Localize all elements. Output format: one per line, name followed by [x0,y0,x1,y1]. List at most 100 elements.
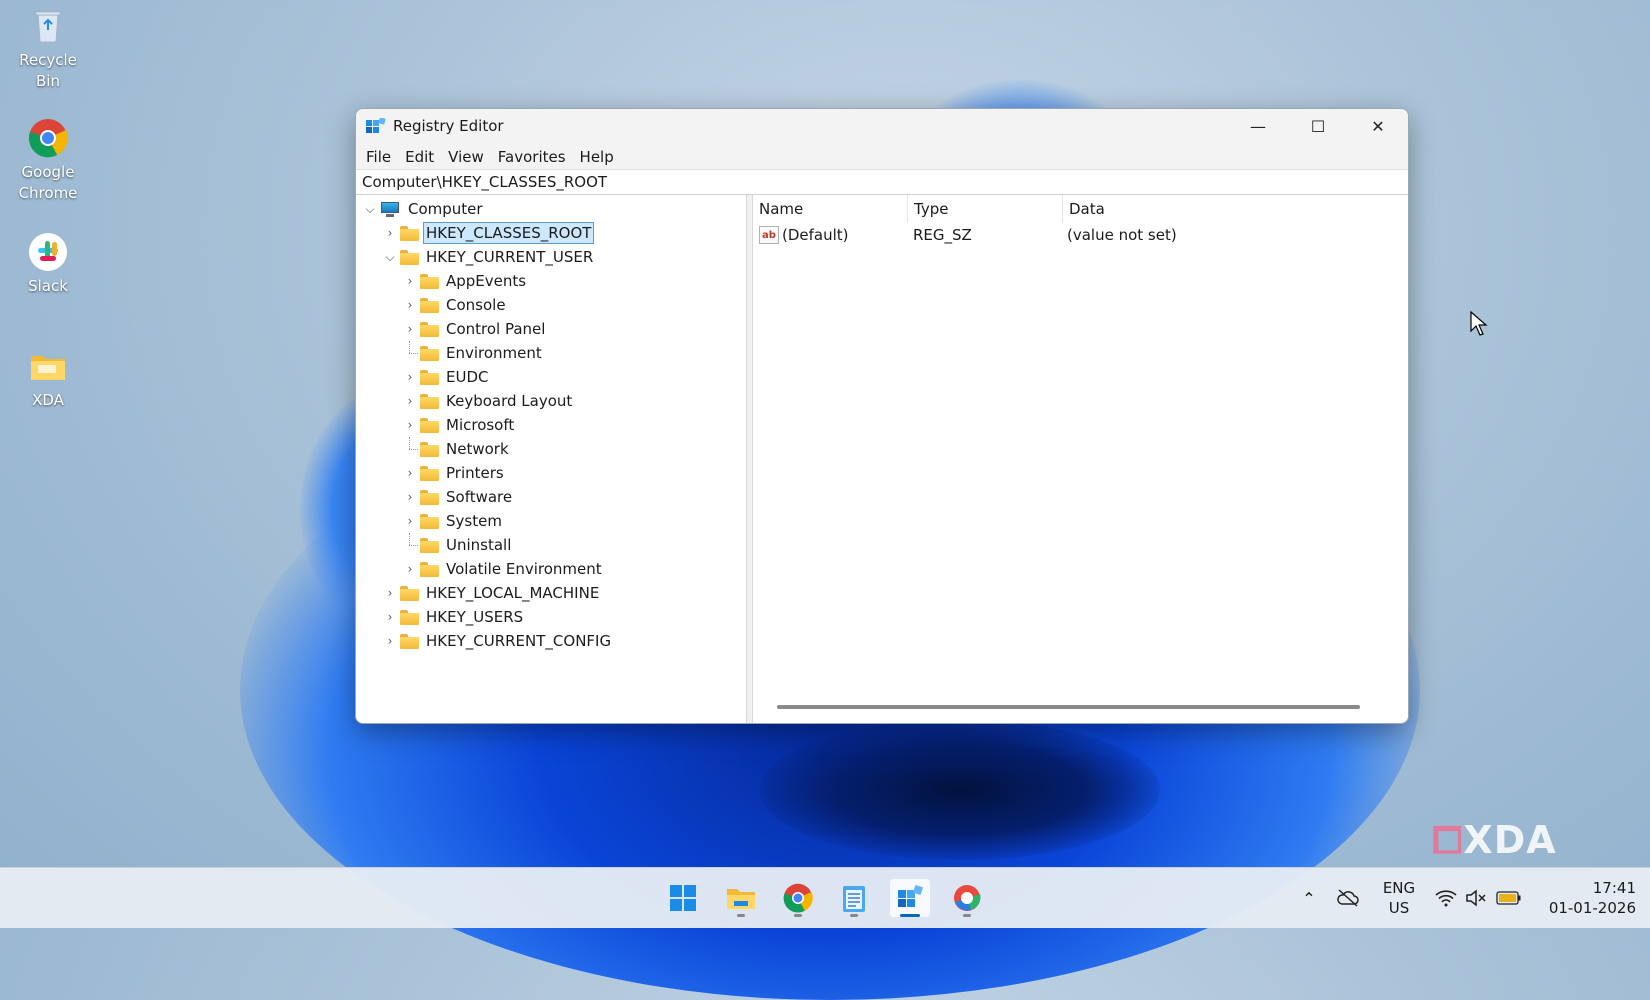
maximize-button[interactable]: ☐ [1288,109,1348,144]
tree-item-hkey-current-user[interactable]: ⌵ HKEY_CURRENT_USER [356,245,746,269]
running-indicator [737,914,745,917]
folder-icon [420,465,439,481]
desktop-icon-label: XDA [32,391,64,409]
tree-item-keyboard-layout[interactable]: › Keyboard Layout [356,389,746,413]
chevron-right-icon[interactable]: › [400,365,420,389]
tree-item-label: Printers [446,464,504,482]
column-header-name[interactable]: Name [753,195,908,223]
tree-item-hkey-users[interactable]: › HKEY_USERS [356,605,746,629]
menu-view[interactable]: View [441,148,491,166]
folder-icon [420,345,439,361]
folder-icon [420,489,439,505]
menu-edit[interactable]: Edit [398,148,441,166]
clock[interactable]: 17:41 01-01-2026 [1536,878,1636,918]
chevron-right-icon[interactable]: › [400,293,420,317]
tree-item-software[interactable]: › Software [356,485,746,509]
chevron-right-icon[interactable]: › [400,509,420,533]
tree-item-volatile-environment[interactable]: › Volatile Environment [356,557,746,581]
horizontal-scrollbar[interactable] [777,705,1360,709]
folder-icon [400,609,419,625]
tree-item-network[interactable]: Network [356,437,746,461]
tree-item-system[interactable]: › System [356,509,746,533]
desktop-icon-google-chrome[interactable]: Google Chrome [8,118,88,204]
tree-item-uninstall[interactable]: Uninstall [356,533,746,557]
chevron-right-icon[interactable]: › [400,269,420,293]
value-name: (Default) [782,226,849,244]
tree-item-label: System [446,512,502,530]
chevron-right-icon[interactable]: › [380,221,400,245]
taskbar-file-explorer[interactable] [721,879,761,917]
desktop-icon-slack[interactable]: Slack [8,232,88,297]
tree-item-appevents[interactable]: › AppEvents [356,269,746,293]
tree-item-label: Microsoft [446,416,515,434]
taskbar-chrome[interactable] [778,879,818,917]
chevron-right-icon[interactable]: › [400,461,420,485]
running-indicator [900,914,920,917]
tree-item-console[interactable]: › Console [356,293,746,317]
running-indicator [794,914,802,917]
tree-item-hkey-current-config[interactable]: › HKEY_CURRENT_CONFIG [356,629,746,653]
tree-connector [400,533,420,557]
chevron-right-icon[interactable]: › [400,557,420,581]
folder-icon [420,273,439,289]
minimize-button[interactable]: — [1228,109,1288,144]
tree-item-label: Environment [446,344,542,362]
wallpaper-bloom-core [760,720,1160,860]
tree-item-label: Keyboard Layout [446,392,573,410]
taskbar-registry-editor[interactable] [890,879,930,917]
desktop-icon-recycle-bin[interactable]: Recycle Bin [8,6,88,92]
chevron-up-icon: ⌃ [1302,888,1316,908]
chevron-right-icon[interactable]: › [380,605,400,629]
chevron-right-icon[interactable]: › [400,317,420,341]
value-row[interactable]: ab (Default) REG_SZ (value not set) [753,223,1408,247]
desktop-icon-label: Slack [28,277,68,295]
tree-item-eudc[interactable]: › EUDC [356,365,746,389]
folder-icon [420,441,439,457]
chevron-down-icon[interactable]: ⌵ [380,245,400,269]
tree-item-hkey-local-machine[interactable]: › HKEY_LOCAL_MACHINE [356,581,746,605]
language-indicator[interactable]: ENG US [1374,878,1424,918]
taskbar-notepad[interactable] [834,879,874,917]
tree-item-hkey-classes-root[interactable]: › HKEY_CLASSES_ROOT [356,221,746,245]
start-button[interactable] [663,879,703,917]
value-data: (value not set) [1067,226,1177,244]
show-hidden-icons-button[interactable]: ⌃ [1297,868,1321,928]
language-code: ENG [1382,879,1416,897]
volume-status[interactable] [1462,868,1490,928]
desktop-icon-xda-folder[interactable]: XDA [8,346,88,411]
clock-time: 17:41 [1592,879,1636,897]
folder-icon [420,513,439,529]
chrome-icon [783,883,813,913]
address-bar[interactable]: Computer\HKEY_CLASSES_ROOT [356,169,1408,195]
battery-status[interactable] [1494,868,1524,928]
menu-file[interactable]: File [359,148,398,166]
taskbar-copilot[interactable] [947,879,987,917]
onedrive-status[interactable] [1334,868,1362,928]
tree-item-printers[interactable]: › Printers [356,461,746,485]
folder-icon [420,537,439,553]
tree-item-label: Computer [408,200,483,218]
tree-item-label: HKEY_LOCAL_MACHINE [426,584,600,602]
title-bar[interactable]: Registry Editor — ☐ ✕ [356,109,1408,144]
chevron-right-icon[interactable]: › [400,413,420,437]
chevron-down-icon[interactable]: ⌵ [360,197,380,221]
column-header-type[interactable]: Type [908,195,1063,223]
folder-icon [400,633,419,649]
running-indicator [850,914,858,917]
menu-help[interactable]: Help [573,148,621,166]
chevron-right-icon[interactable]: › [380,581,400,605]
network-status[interactable] [1432,868,1460,928]
chevron-right-icon[interactable]: › [400,485,420,509]
wifi-icon [1435,890,1457,907]
chevron-right-icon[interactable]: › [380,629,400,653]
tree-item-microsoft[interactable]: › Microsoft [356,413,746,437]
column-header-data[interactable]: Data [1063,195,1269,223]
menu-favorites[interactable]: Favorites [491,148,573,166]
tree-item-control-panel[interactable]: › Control Panel [356,317,746,341]
tree-item-label-selected: HKEY_CLASSES_ROOT [422,222,595,244]
chevron-right-icon[interactable]: › [400,389,420,413]
tree-item-computer[interactable]: ⌵ Computer [356,197,746,221]
tree-item-environment[interactable]: Environment [356,341,746,365]
recycle-bin-icon [28,6,68,46]
close-button[interactable]: ✕ [1348,109,1408,144]
